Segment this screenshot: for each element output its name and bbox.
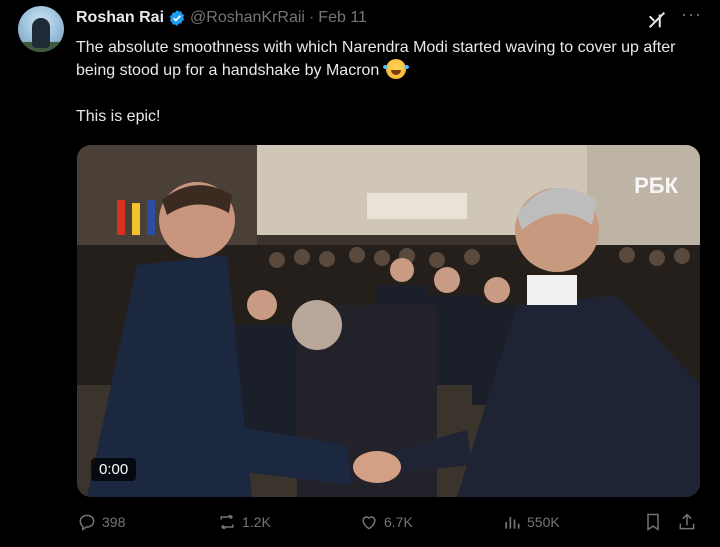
tweet-text-line2: This is epic! xyxy=(76,108,161,125)
more-options-icon[interactable]: ··· xyxy=(681,4,702,25)
separator-dot: · xyxy=(308,9,315,26)
author-handle[interactable]: @RoshanKrRaii xyxy=(190,9,305,27)
like-count: 6.7K xyxy=(384,514,413,530)
rolling-laughing-emoji-icon xyxy=(382,59,406,79)
author-name[interactable]: Roshan Rai xyxy=(76,9,164,27)
share-icon xyxy=(679,513,695,530)
views-button[interactable]: 550K xyxy=(502,512,560,532)
bookmark-icon xyxy=(647,513,659,531)
reply-count: 398 xyxy=(102,514,126,530)
tweet-text-line1: The absolute smoothness with which Naren… xyxy=(76,39,676,79)
repost-icon xyxy=(220,514,234,530)
reply-button[interactable]: 398 xyxy=(77,512,125,532)
reply-icon xyxy=(79,514,95,531)
avatar[interactable] xyxy=(18,6,64,52)
tweet-header: Roshan Rai @RoshanKrRaii · Feb 11 xyxy=(76,9,367,27)
grok-icon[interactable] xyxy=(646,9,668,31)
like-button[interactable]: 6.7K xyxy=(359,512,413,532)
avatar-figure xyxy=(32,18,50,48)
post-date[interactable]: Feb 11 xyxy=(318,9,367,27)
bookmark-button[interactable] xyxy=(643,512,668,532)
views-icon xyxy=(505,517,520,529)
repost-count: 1.2K xyxy=(242,514,271,530)
video-watermark: РБК xyxy=(634,173,678,198)
action-bar: 398 1.2K 6.7K 550K xyxy=(77,512,700,536)
repost-button[interactable]: 1.2K xyxy=(217,512,271,532)
views-count: 550K xyxy=(527,514,560,530)
share-button[interactable] xyxy=(677,512,702,532)
verified-badge-icon xyxy=(169,10,185,26)
video-timecode: 0:00 xyxy=(91,458,137,481)
video-player[interactable]: РБК 0:00 xyxy=(77,145,700,497)
heart-icon xyxy=(362,516,376,530)
tweet-text: The absolute smoothness with which Naren… xyxy=(76,36,696,128)
video-frame xyxy=(77,145,700,497)
